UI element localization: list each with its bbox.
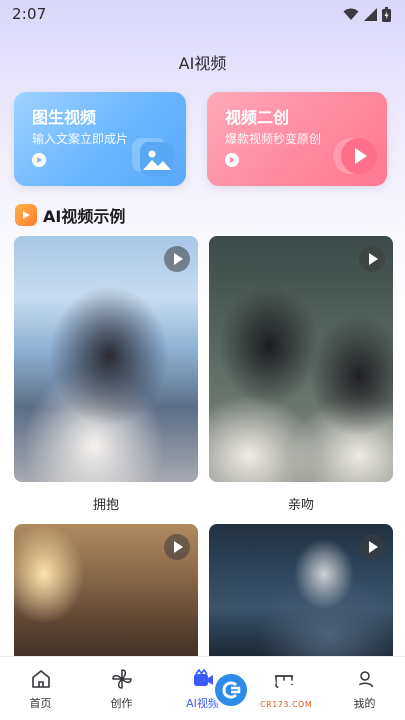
signal-icon xyxy=(364,7,377,21)
card-subtitle: 输入文案立即成片 xyxy=(32,132,129,146)
home-icon xyxy=(31,670,50,688)
watermark-subtext: CR173.COM xyxy=(260,700,313,709)
nav-home[interactable]: 首页 xyxy=(0,657,81,720)
page-title: AI视频 xyxy=(178,54,227,73)
arrow-right-icon xyxy=(225,153,239,167)
watermark-text: 西西软件园 xyxy=(256,678,361,702)
wifi-icon xyxy=(343,8,359,20)
card-title: 图生视频 xyxy=(32,108,97,127)
card-title: 视频二创 xyxy=(225,108,290,127)
video-remix-card[interactable]: 视频二创 爆款视频秒变原创 xyxy=(207,92,387,186)
play-icon[interactable] xyxy=(359,246,385,272)
section-header: AI视频示例 xyxy=(15,203,125,227)
image-to-video-card[interactable]: 图生视频 输入文案立即成片 xyxy=(14,92,186,186)
example-video-4[interactable] xyxy=(209,524,393,664)
video-icon xyxy=(193,668,213,686)
site-watermark: 西西软件园 CR173.COM xyxy=(212,670,388,710)
nav-create[interactable]: 创作 xyxy=(81,657,162,720)
video-play-icon xyxy=(15,204,37,226)
example-video-kiss[interactable] xyxy=(209,236,393,482)
play-icon xyxy=(333,138,377,174)
watermark-logo-icon xyxy=(212,671,250,709)
nav-label: 创作 xyxy=(110,697,133,710)
play-icon[interactable] xyxy=(359,534,385,560)
card-subtitle: 爆款视频秒变原创 xyxy=(225,132,322,146)
example-video-hug[interactable] xyxy=(14,236,198,482)
example-caption: 亲吻 xyxy=(287,498,314,513)
image-icon xyxy=(132,138,174,176)
nav-label: 首页 xyxy=(29,697,52,710)
status-bar: 2:07 xyxy=(0,0,405,28)
play-icon[interactable] xyxy=(164,534,190,560)
status-time: 2:07 xyxy=(12,5,47,23)
status-icons xyxy=(343,6,391,22)
example-caption: 拥抱 xyxy=(92,498,119,513)
battery-icon xyxy=(382,6,391,22)
play-icon[interactable] xyxy=(164,246,190,272)
example-video-3[interactable] xyxy=(14,524,198,664)
section-title: AI视频示例 xyxy=(43,207,126,226)
arrow-right-icon xyxy=(32,153,46,167)
pinwheel-icon xyxy=(111,669,132,689)
